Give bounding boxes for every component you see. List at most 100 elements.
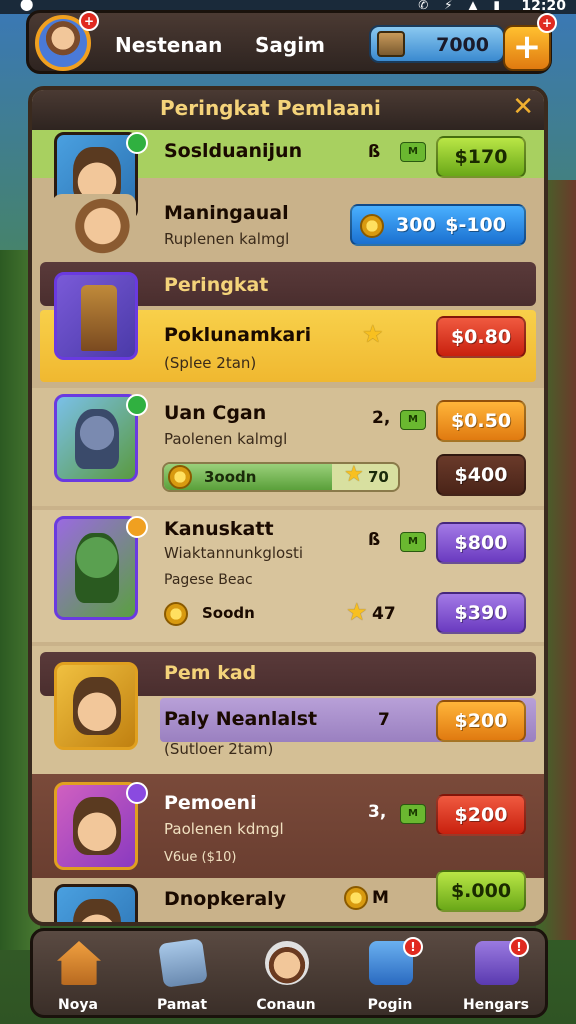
- row-subtitle: Wiaktannunkglosti: [164, 544, 304, 562]
- buy-button-secondary[interactable]: $400: [436, 454, 526, 496]
- gold-gem-icon: [126, 516, 148, 538]
- player-secondary-name: Sagim: [255, 33, 325, 57]
- buy-button[interactable]: $170: [436, 136, 526, 178]
- coin-icon: [344, 886, 368, 910]
- list-item[interactable]: Uan Cgan Paolenen kalmgl 2, M $0.50 3ood…: [32, 388, 544, 506]
- goblin-portrait-icon: [75, 533, 119, 603]
- star-icon: ★: [346, 598, 368, 626]
- nav-label: Pogin: [367, 997, 413, 1013]
- close-icon[interactable]: ✕: [512, 92, 534, 122]
- row-stat: 3,: [368, 802, 387, 822]
- row-subtitle: Paolenen kalmgl: [164, 430, 288, 448]
- reward-label: Soodn: [202, 604, 255, 622]
- nav-item-shop[interactable]: ! Pogin: [345, 935, 435, 1017]
- bottom-navigation: Noya Pamat Conaun ! Pogin ! Hengars: [30, 928, 548, 1018]
- player-card-icon: [54, 516, 138, 620]
- treasure-chest-icon: [377, 31, 405, 57]
- buy-button[interactable]: $200: [436, 700, 526, 742]
- row-title: Maningaual: [164, 202, 289, 224]
- player-card-icon: [54, 884, 138, 922]
- tower-card-icon: [54, 272, 138, 360]
- home-icon: [57, 941, 101, 985]
- row-title: Soslduanijun: [164, 140, 303, 162]
- row-title: Kanuskatt: [164, 518, 274, 540]
- coin-balance: 7000: [369, 25, 505, 63]
- row-tag: M: [400, 532, 426, 552]
- progress-bar: 3oodn ★ 70: [162, 462, 400, 492]
- row-title: Dnopkeraly: [164, 888, 287, 910]
- row-subtitle-2: V6ue ($10): [164, 850, 237, 865]
- character-portrait-icon: [73, 797, 121, 855]
- section-title: Pem kad: [164, 662, 257, 684]
- nav-label: Noya: [58, 997, 98, 1013]
- character-portrait-icon: [73, 899, 121, 922]
- buy-button[interactable]: 300 $-100: [350, 204, 526, 246]
- player-card-icon: [54, 662, 138, 750]
- star-icon: ★: [362, 320, 384, 348]
- row-stat: 7: [378, 710, 390, 730]
- list-item[interactable]: Maningaual Ruplenen kalmgl 300 $-100: [32, 190, 544, 264]
- buy-button[interactable]: $800: [436, 522, 526, 564]
- check-gem-icon: [126, 132, 148, 154]
- row-title: Paly Neanlalst: [164, 708, 318, 730]
- knight-portrait-icon: [75, 409, 119, 469]
- character-portrait-icon: [52, 194, 136, 258]
- row-title: Uan Cgan: [164, 402, 267, 424]
- nav-item-home[interactable]: Noya: [33, 935, 123, 1017]
- price-label: $-100: [445, 214, 506, 236]
- cards-icon: [158, 938, 208, 988]
- section-heroes: Pem kad Paly Neanlalst 7 (Sutloer 2tam) …: [32, 646, 544, 774]
- row-tag: M: [400, 142, 426, 162]
- buy-button[interactable]: $200: [436, 794, 526, 836]
- list-item[interactable]: Dnopkeraly M $.000: [32, 870, 544, 922]
- coin-icon: [164, 602, 188, 626]
- row-subtitle: Ruplenen kalmgl: [164, 230, 290, 248]
- row-subtitle: (Splee 2tan): [164, 354, 257, 372]
- buy-button[interactable]: $0.50: [436, 400, 526, 442]
- player-name: Nestenan: [115, 33, 223, 57]
- buy-button[interactable]: $0.80: [436, 316, 526, 358]
- purple-gem-icon: [126, 782, 148, 804]
- list-item[interactable]: Kanuskatt Wiaktannunkglosti Pagese Beac …: [32, 510, 544, 642]
- coin-balance-value: 7000: [436, 34, 489, 56]
- row-subtitle-2: Pagese Beac: [164, 572, 253, 588]
- nav-label: Conaun: [256, 997, 316, 1013]
- tower-icon: [81, 285, 117, 351]
- row-subtitle: Paolenen kdmgl: [164, 820, 284, 838]
- section-featured: Peringkat Poklunamkari ★ (Splee 2tan) $0…: [32, 262, 544, 384]
- row-title: Pemoeni: [164, 792, 257, 814]
- row-stat: 2,: [372, 408, 391, 428]
- nav-item-profile[interactable]: Conaun: [241, 935, 331, 1017]
- progress-value: 70: [368, 468, 389, 486]
- profile-icon: [265, 941, 309, 985]
- notification-icon: ⬤: [20, 0, 34, 11]
- coin-icon: [360, 214, 384, 238]
- character-portrait-icon: [73, 677, 121, 735]
- panel-header: Peringkat Pemlaani ✕: [32, 90, 544, 130]
- progress-label: 3oodn: [204, 468, 257, 486]
- section-title: Peringkat: [164, 274, 269, 296]
- add-coins-badge: +: [537, 13, 557, 33]
- row-title: Poklunamkari: [164, 324, 312, 346]
- buy-button[interactable]: $.000: [436, 870, 526, 912]
- row-tag: M: [400, 410, 426, 430]
- nav-item-cards[interactable]: Pamat: [137, 935, 227, 1017]
- top-bar: + Nestenan Sagim 7000 + +: [26, 10, 557, 74]
- coin-amount: 300: [396, 214, 436, 236]
- star-icon: ★: [344, 462, 364, 487]
- shop-notification-badge: !: [403, 937, 423, 957]
- nav-label: Hengars: [463, 997, 529, 1013]
- reward-value: 47: [372, 604, 396, 624]
- row-subtitle: (Sutloer 2tam): [164, 740, 274, 758]
- buy-button-secondary[interactable]: $390: [436, 592, 526, 634]
- list-item[interactable]: Pemoeni Paolenen kdmgl V6ue ($10) 3, M $…: [32, 774, 544, 878]
- row-stat: M: [372, 888, 389, 908]
- row-tag: M: [400, 804, 426, 824]
- row-stat: ß: [368, 530, 381, 550]
- coin-icon: [168, 465, 192, 489]
- avatar-notification-badge: +: [79, 11, 99, 31]
- leaderboard-panel: Peringkat Pemlaani ✕ Soslduanijun ß M $1…: [28, 86, 548, 926]
- settings-notification-badge: !: [509, 937, 529, 957]
- panel-title: Peringkat Pemlaani: [160, 96, 381, 120]
- nav-item-settings[interactable]: ! Hengars: [451, 935, 541, 1017]
